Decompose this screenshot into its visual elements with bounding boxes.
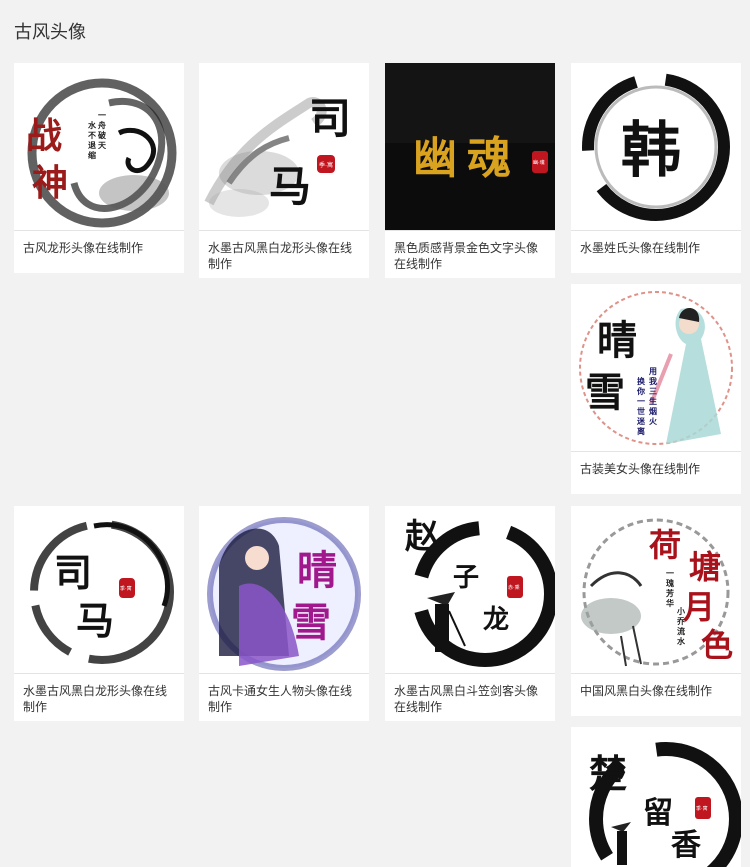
big-char: 龙: [483, 605, 509, 635]
avatar-template-card[interactable]: 战 神 一 舟 破 天 水 不 退 缩 古风龙形头像在线制作: [14, 63, 184, 273]
template-title[interactable]: 黑色质感背景金色文字头像在线制作: [385, 231, 555, 281]
big-char: 幽: [413, 133, 457, 184]
template-title[interactable]: 水墨古风黑白龙形头像在线制作: [14, 674, 184, 724]
avatar-template-card[interactable]: 司 马 季·寓 水墨古风黑白龙形头像在线制作: [14, 506, 184, 721]
template-thumbnail[interactable]: 荷 塘 月 色 一 瑰 芳 华 小 乔 流 水: [571, 506, 741, 674]
big-char: 赵: [405, 517, 439, 557]
ink-circle-artwork: 韩: [582, 73, 730, 221]
avatar-template-card[interactable]: 司 马 季·寓 水墨古风黑白龙形头像在线制作: [199, 63, 369, 278]
ink-circle-artwork: 楚 留 香 季·寓: [589, 742, 741, 867]
big-char: 留: [643, 796, 673, 831]
ancient-beauty-artwork: 晴 雪 用 我 三 生 烟 火 换 你 一 世 迷 离: [579, 291, 733, 445]
verse-char: 小: [676, 606, 685, 616]
seal-text: 季·寓: [696, 805, 708, 812]
template-title[interactable]: 水墨古风黑白龙形头像在线制作: [199, 231, 369, 281]
template-title[interactable]: 水墨姓氏头像在线制作: [571, 231, 741, 265]
big-char: 荷: [649, 526, 681, 564]
verse-char: 缩: [88, 150, 96, 160]
big-char: 晴: [297, 547, 337, 594]
avatar-template-card[interactable]: 荷 塘 月 色 一 瑰 芳 华 小 乔 流 水 中国风黑白头像在线制作: [571, 506, 741, 716]
big-char: 司: [54, 550, 92, 595]
big-char: 神: [32, 162, 68, 204]
verse-char: 瑰: [666, 578, 674, 588]
template-title[interactable]: 古装美女头像在线制作: [571, 452, 741, 486]
template-thumbnail[interactable]: 幽 魂 幽·魂: [385, 63, 555, 231]
verse-char: 我: [649, 376, 657, 386]
verse-char: 世: [637, 406, 645, 416]
template-title[interactable]: 古风龙形头像在线制作: [14, 231, 184, 265]
big-char: 战: [26, 115, 62, 157]
template-thumbnail[interactable]: 晴 雪 用 我 三 生 烟 火 换 你 一 世 迷 离: [571, 284, 741, 452]
template-thumbnail[interactable]: 赵 子 龙 赤·乘: [385, 506, 555, 674]
avatar-template-card[interactable]: 晴 雪 古风卡通女生人物头像在线制作: [199, 506, 369, 721]
verse-char: 换: [637, 376, 646, 386]
template-title[interactable]: 水墨古风黑白斗笠剑客头像在线制作: [385, 674, 555, 724]
swordsman-artwork: 赵 子 龙 赤·乘: [405, 517, 555, 667]
template-thumbnail[interactable]: 司 马 季·寓: [199, 63, 369, 231]
big-char: 塘: [689, 548, 721, 586]
template-thumbnail[interactable]: 战 神 一 舟 破 天 水 不 退 缩: [14, 63, 184, 231]
template-title[interactable]: 古风卡通女生人物头像在线制作: [199, 674, 369, 724]
verse-char: 三: [649, 386, 657, 396]
verse-char: 流: [677, 626, 685, 636]
big-char: 马: [269, 162, 311, 211]
verse-char: 离: [637, 426, 645, 436]
seal-text: 季·寓: [120, 585, 132, 592]
avatar-template-card[interactable]: 楚 留 香 季·寓: [571, 727, 741, 867]
verse-char: 乔: [676, 616, 686, 626]
seal-text: 幽·魂: [533, 159, 545, 166]
big-char: 色: [701, 626, 733, 664]
verse-char: 水: [676, 636, 686, 646]
big-char: 魂: [467, 133, 511, 184]
big-char: 香: [671, 828, 701, 863]
verse-char: 芳: [666, 588, 674, 598]
big-char: 月: [683, 588, 715, 626]
verse-char: 水: [87, 120, 97, 130]
cartoon-girl-artwork: 晴 雪: [207, 517, 361, 671]
template-thumbnail[interactable]: 韩: [571, 63, 741, 231]
verse-char: 生: [649, 396, 657, 406]
verse-char: 迷: [636, 416, 646, 426]
verse-char: 你: [636, 386, 645, 396]
verse-char: 一: [98, 110, 106, 120]
verse-char: 舟: [98, 120, 106, 130]
verse-char: 破: [98, 130, 106, 140]
verse-char: 火: [649, 416, 658, 426]
verse-char: 退: [88, 140, 96, 150]
ink-dragon-artwork: 战 神 一 舟 破 天 水 不 退 缩: [26, 78, 177, 228]
template-thumbnail[interactable]: 司 马 季·寓: [14, 506, 184, 674]
gold-text-artwork: 幽 魂 幽·魂: [385, 63, 555, 230]
big-char: 楚: [589, 751, 627, 796]
verse-char: 烟: [649, 406, 657, 416]
ink-dragon-artwork: 司 马 季·寓: [204, 94, 351, 217]
verse-char: 天: [98, 140, 107, 150]
big-char: 韩: [621, 116, 681, 186]
verse-char: 不: [88, 130, 96, 140]
verse-char: 用: [648, 366, 657, 376]
big-char: 司: [309, 94, 351, 143]
template-thumbnail[interactable]: 晴 雪: [199, 506, 369, 674]
verse-char: 一: [637, 396, 645, 406]
big-char: 晴: [597, 317, 637, 364]
avatar-template-card[interactable]: 韩 水墨姓氏头像在线制作: [571, 63, 741, 273]
lotus-pond-artwork: 荷 塘 月 色 一 瑰 芳 华 小 乔 流 水: [581, 518, 733, 667]
avatar-template-card[interactable]: 晴 雪 用 我 三 生 烟 火 换 你 一 世 迷 离 古装美女头像在线制作: [571, 284, 741, 494]
big-char: 子: [453, 563, 479, 593]
seal-text: 季·寓: [319, 161, 333, 169]
page-title: 古风头像: [14, 22, 86, 42]
big-char: 雪: [585, 369, 625, 416]
seal-text: 赤·乘: [508, 584, 520, 591]
verse-char: 一: [666, 568, 674, 578]
ink-dragon-circle-artwork: 司 马 季·寓: [30, 520, 174, 664]
verse-char: 华: [666, 598, 674, 608]
big-char: 雪: [291, 599, 331, 646]
avatar-template-card[interactable]: 赵 子 龙 赤·乘 水墨古风黑白斗笠剑客头像在线制作: [385, 506, 555, 721]
big-char: 马: [76, 598, 114, 643]
template-title[interactable]: 中国风黑白头像在线制作: [571, 674, 741, 708]
avatar-template-card[interactable]: 幽 魂 幽·魂 黑色质感背景金色文字头像在线制作: [385, 63, 555, 278]
template-thumbnail[interactable]: 楚 留 香 季·寓: [571, 727, 741, 867]
